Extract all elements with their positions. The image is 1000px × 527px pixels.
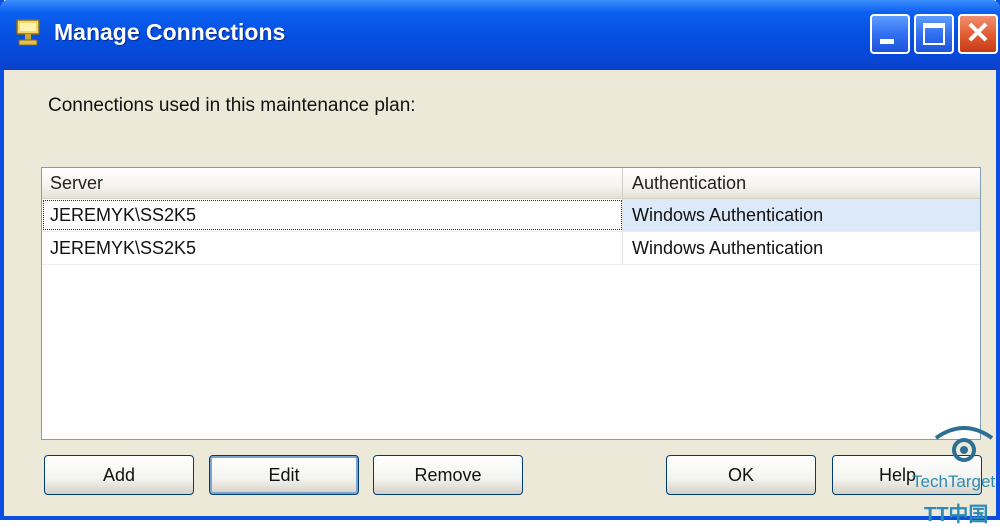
window-title: Manage Connections [54, 19, 286, 45]
list-header: Server Authentication [42, 168, 980, 200]
minimize-icon [880, 39, 894, 44]
authentication-cell[interactable]: Windows Authentication [624, 199, 980, 231]
column-header-authentication[interactable]: Authentication [624, 168, 980, 198]
maintenance-plan-icon [14, 18, 42, 48]
edit-button[interactable]: Edit [209, 455, 359, 495]
help-button[interactable]: Help [832, 455, 982, 495]
column-header-server[interactable]: Server [42, 168, 623, 198]
server-cell[interactable]: JEREMYK\SS2K5 [42, 232, 623, 264]
connections-prompt-label: Connections used in this maintenance pla… [48, 95, 416, 116]
maximize-button[interactable] [914, 14, 954, 54]
table-row[interactable]: JEREMYK\SS2K5 Windows Authentication [42, 232, 980, 265]
close-icon: ✕ [965, 17, 991, 50]
minimize-button[interactable] [870, 14, 910, 54]
title-bar[interactable]: Manage Connections ✕ [0, 0, 1000, 70]
table-row[interactable]: JEREMYK\SS2K5 Windows Authentication [42, 199, 980, 232]
add-button[interactable]: Add [44, 455, 194, 495]
ok-button[interactable]: OK [666, 455, 816, 495]
watermark-chinese: TT中国 [924, 504, 989, 526]
remove-button[interactable]: Remove [373, 455, 523, 495]
close-button[interactable]: ✕ [958, 14, 998, 54]
authentication-cell[interactable]: Windows Authentication [624, 232, 980, 264]
manage-connections-dialog: Manage Connections ✕ Connections used in… [0, 0, 1000, 526]
maximize-icon [923, 23, 945, 45]
connections-list[interactable]: Server Authentication JEREMYK\SS2K5 Wind… [41, 167, 981, 440]
server-cell[interactable]: JEREMYK\SS2K5 [42, 199, 623, 231]
